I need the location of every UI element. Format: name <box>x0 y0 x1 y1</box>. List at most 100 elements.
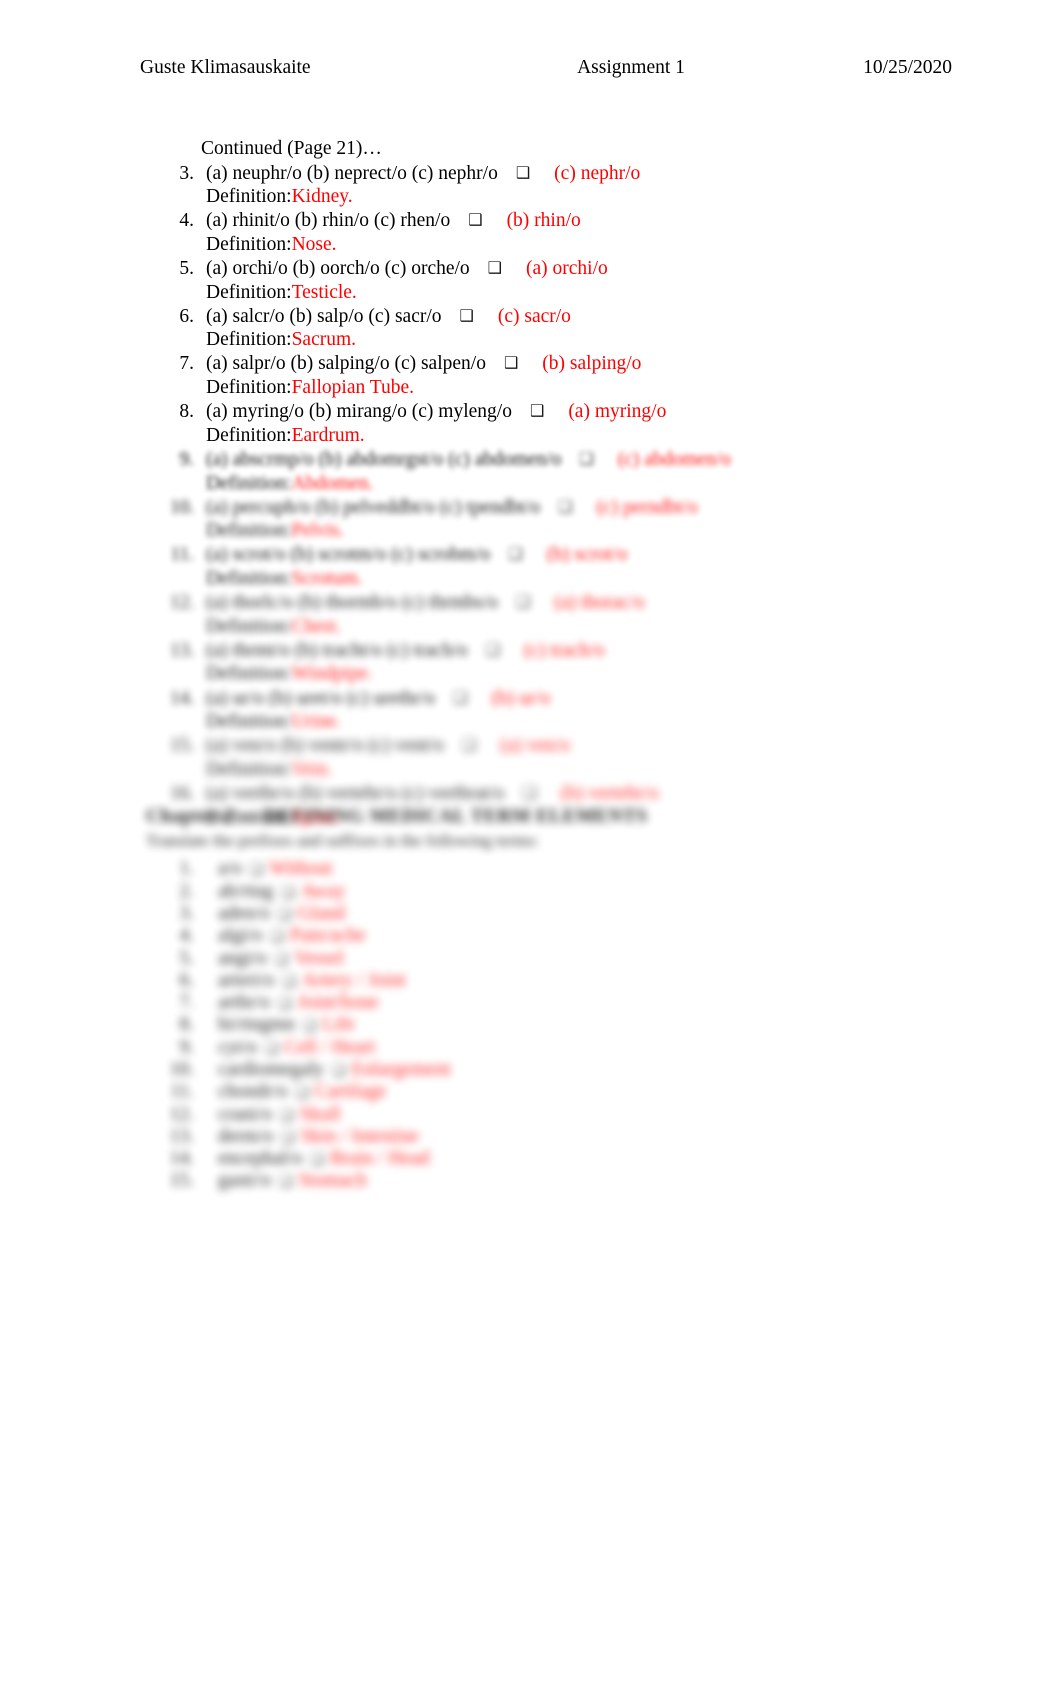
definition-label: Definition: <box>206 377 292 399</box>
question-item: 11. (a) scrot/o (b) scrotm/o (c) scrobm/o… <box>170 544 950 591</box>
definition-label: Definition: <box>206 329 292 351</box>
arrow-icon: ❑ <box>295 1083 309 1102</box>
question-item: 13. (a) thrmt/o (b) tracht/o (c) trach/o ❑… <box>170 640 950 687</box>
term-answer: Cartilage <box>314 1081 387 1103</box>
question-answer: (a) myring/o <box>568 401 667 423</box>
question-item: 6. (a) salcr/o (b) salp/o (c) sacr/o ❑ (c) … <box>170 306 950 353</box>
question-line: (a) salcr/o (b) salp/o (c) sacr/o ❑ (c) sa… <box>206 306 950 330</box>
question-options: (a) scrot/o (b) scrotm/o (c) scrobm/o <box>206 544 491 566</box>
question-line: (a) myring/o (b) mirang/o (c) myleng/o ❑ (… <box>206 401 950 425</box>
arrow-icon: ❑ <box>487 258 503 278</box>
arrow-icon: ❑ <box>282 971 296 990</box>
question-item: 5. (a) orchi/o (b) oorch/o (c) orche/o ❑ (a… <box>170 258 950 305</box>
question-options: (a) ur/o (b) uret/o (c) urethr/o <box>206 687 436 709</box>
arrow-icon: ❑ <box>302 1016 317 1035</box>
term-item: 12. crani/o ❑ Skull <box>146 1104 966 1126</box>
term-text: derm/o <box>218 1125 274 1147</box>
definition-line: Definition:Testicle. <box>206 282 950 306</box>
question-options: (a) thrmt/o (b) tracht/o (c) trach/o <box>206 639 468 661</box>
term-item: 15. gastr/o ❑ Stomach <box>146 1170 966 1192</box>
question-line: (a) ven/o (b) ventr/o (c) vent/o ❑ (a) ven… <box>206 735 950 759</box>
question-number: 14. <box>170 687 195 709</box>
question-item: 8. (a) myring/o (b) mirang/o (c) myleng/o… <box>170 401 950 448</box>
question-number: 13. <box>170 639 195 661</box>
question-line: (a) orchi/o (b) oorch/o (c) orche/o ❑ (a) … <box>206 258 950 282</box>
definition-label: Definition: <box>206 663 292 685</box>
question-options: (a) salcr/o (b) salp/o (c) sacr/o <box>206 305 442 327</box>
term-answer: Pain/ache <box>289 925 366 947</box>
term-number: 7. <box>179 992 194 1014</box>
term-text: bi/rtngmn <box>218 1014 295 1036</box>
question-number: 12. <box>170 592 195 614</box>
document-body: Continued (Page 21)… 3. (a) neuphr/o (b) … <box>170 138 950 831</box>
term-number: 15. <box>169 1170 194 1192</box>
question-answer: (b) vertebr/o <box>560 782 659 804</box>
term-item: 4. algi/o ❑ Pain/ache <box>146 925 966 947</box>
header-student-name: Guste Klimasauskaite <box>140 57 311 78</box>
definition-label: Definition: <box>206 472 292 494</box>
arrow-icon: ❑ <box>468 210 483 230</box>
term-text: crani/o <box>218 1103 273 1125</box>
question-answer: (c) trach/o <box>523 639 605 661</box>
question-number: 6. <box>179 305 194 327</box>
question-answer: (b) salping/o <box>542 353 642 375</box>
term-answer: Gland <box>297 902 346 924</box>
arrow-icon: ❑ <box>280 1105 294 1124</box>
question-answer: (a) orchi/o <box>526 258 608 280</box>
definition-label: Definition: <box>206 186 292 208</box>
arrow-icon: ❑ <box>277 994 292 1013</box>
term-text: encephal/o <box>218 1148 303 1170</box>
term-item: 10. cardiomegaly ❑ Enlargement <box>146 1059 966 1081</box>
question-item: 14. (a) ur/o (b) uret/o (c) urethr/o ❑ (b) … <box>170 688 950 735</box>
arrow-icon: ❑ <box>453 687 468 707</box>
section-two: Chapter 2 — DEFINING MEDICAL TERM ELEMEN… <box>146 806 966 1193</box>
question-item: 9. (a) abscrmp/o (b) abdomrgst/o (c) abdo… <box>170 449 950 496</box>
term-number: 2. <box>179 880 194 902</box>
term-item: 6. arteri/o ❑ Artery / Joint <box>146 970 966 992</box>
question-line: (a) salpr/o (b) salping/o (c) salpen/o ❑ (… <box>206 353 950 377</box>
definition-label: Definition: <box>206 233 292 255</box>
question-line: (a) thorlc/o (b) thormb/o (c) thrmbs/o ❑ (… <box>206 592 950 616</box>
continued-note: Continued (Page 21)… <box>201 138 382 159</box>
term-answer: Brain / Head <box>329 1148 430 1170</box>
question-line: (a) rhinit/o (b) rhin/o (c) rhen/o ❑ (b) r… <box>206 210 950 234</box>
question-options: (a) vertbr/o (b) vertebr/o (c) vertbrat/… <box>206 782 505 804</box>
arrow-icon: ❑ <box>485 639 500 659</box>
question-item: 7. (a) salpr/o (b) salping/o (c) salpen/o… <box>170 353 950 400</box>
arrow-icon: ❑ <box>459 305 474 325</box>
question-options: (a) rhinit/o (b) rhin/o (c) rhen/o <box>206 210 451 232</box>
term-answer: Away <box>300 880 346 902</box>
question-number: 7. <box>179 353 194 375</box>
term-item: 5. angi/o ❑ Vessel <box>146 948 966 970</box>
term-answer: Stomach <box>298 1170 367 1192</box>
term-text: angi/o <box>218 947 267 969</box>
arrow-icon: ❑ <box>515 592 531 612</box>
definition-value: Vein. <box>291 758 333 780</box>
definition-value: Abdomen. <box>291 472 374 494</box>
term-item: 11. chondr/o ❑ Cartilage <box>146 1081 966 1103</box>
definition-line: Definition:Fallopian Tube. <box>206 377 950 401</box>
question-answer: (b) ur/o <box>491 687 551 709</box>
definition-line: Definition:Vein. <box>206 759 950 783</box>
question-item: 3. (a) neuphr/o (b) neprect/o (c) nephr/o… <box>170 163 950 210</box>
question-options: (a) thorlc/o (b) thormb/o (c) thrmbs/o <box>206 592 498 614</box>
definition-label: Definition: <box>206 424 292 446</box>
arrow-icon: ❑ <box>281 882 295 901</box>
term-text: ab/rtng <box>218 880 274 902</box>
term-text: arthr/o <box>218 992 270 1014</box>
arrow-icon: ❑ <box>249 860 264 879</box>
term-number: 1. <box>179 858 194 880</box>
definition-label: Definition: <box>206 567 292 589</box>
term-item: 8. bi/rtngmn ❑ Life <box>146 1014 966 1036</box>
question-answer: (c) abdomen/o <box>617 448 731 470</box>
document-page: Guste Klimasauskaite Assignment 1 10/25/… <box>0 0 1062 1691</box>
question-answer: (a) ven/o <box>500 735 570 757</box>
term-answer: Artery / Joint <box>301 969 406 991</box>
question-item: 12. (a) thorlc/o (b) thormb/o (c) thrmbs/… <box>170 592 950 639</box>
question-item: 15. (a) ven/o (b) ventr/o (c) vent/o ❑ (a) … <box>170 735 950 782</box>
arrow-icon: ❑ <box>270 927 284 946</box>
term-number: 14. <box>169 1148 194 1170</box>
definition-value: Urine. <box>291 711 341 733</box>
arrow-icon: ❑ <box>558 496 573 516</box>
definition-line: Definition:Sacrum. <box>206 329 950 353</box>
